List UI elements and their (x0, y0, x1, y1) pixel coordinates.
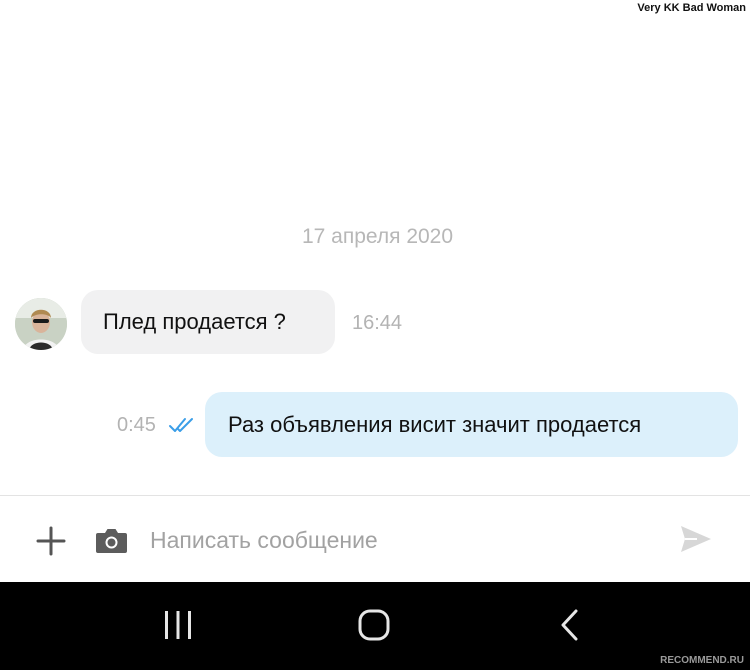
avatar-photo (15, 298, 67, 350)
double-check-icon (169, 418, 193, 432)
plus-icon[interactable] (35, 525, 67, 557)
message-composer (0, 495, 750, 582)
home-icon[interactable] (357, 608, 391, 642)
outgoing-message-bubble[interactable]: Раз объявления висит значит продается (205, 392, 738, 457)
incoming-message-bubble[interactable]: Плед продается ? (81, 290, 335, 354)
back-icon[interactable] (558, 608, 582, 642)
message-text: Плед продается ? (103, 309, 286, 334)
recent-apps-icon[interactable] (162, 608, 194, 642)
camera-icon[interactable] (95, 526, 128, 554)
message-text: Раз объявления висит значит продается (228, 411, 642, 437)
message-time: 0:45 (117, 414, 156, 436)
watermark-site: RECOMMEND.RU (660, 655, 744, 666)
date-separator: 17 апреля 2020 (301, 225, 454, 248)
chat-screen: Very KK Bad Woman 17 апреля 2020 Плед пр… (0, 0, 750, 670)
send-icon[interactable] (680, 524, 712, 554)
avatar[interactable] (15, 298, 67, 350)
message-input[interactable] (150, 522, 640, 558)
system-navigation-bar: RECOMMEND.RU (0, 582, 750, 670)
message-time: 16:44 (352, 312, 403, 334)
watermark-author: Very KK Bad Woman (637, 2, 746, 14)
